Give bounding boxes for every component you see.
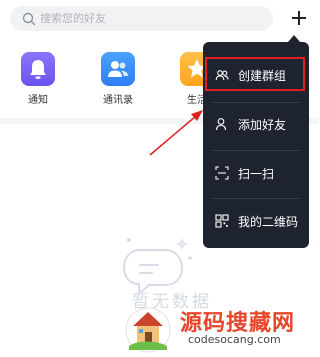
- menu-arrow: [288, 35, 300, 42]
- shortcut-label: 通讯录: [103, 95, 133, 106]
- search-icon: [22, 12, 36, 26]
- highlight-box: [205, 57, 305, 91]
- menu-item-scan[interactable]: 扫一扫: [203, 148, 309, 199]
- menu-item-my-qr-code[interactable]: 我的二维码: [203, 196, 309, 247]
- add-plus-button[interactable]: [289, 8, 309, 28]
- add-friend-icon: [215, 118, 227, 131]
- shortcut-notification[interactable]: 通知: [8, 52, 68, 106]
- search-bar[interactable]: [10, 6, 273, 31]
- watermark-logo: [125, 307, 171, 353]
- shortcut-contacts[interactable]: 通讯录: [88, 52, 148, 106]
- bell-icon: [21, 52, 55, 86]
- scan-icon: [215, 166, 229, 180]
- watermark-url: codesocang.com: [188, 333, 281, 346]
- menu-item-label: 添加好友: [238, 118, 287, 132]
- menu-item-label: 扫一扫: [238, 167, 275, 181]
- menu-item-label: 我的二维码: [238, 215, 299, 229]
- search-input[interactable]: [40, 6, 260, 31]
- contacts-icon: [101, 52, 135, 86]
- qr-code-icon: [215, 214, 229, 228]
- shortcut-label: 通知: [28, 95, 48, 106]
- menu-item-add-friend[interactable]: 添加好友: [203, 99, 309, 150]
